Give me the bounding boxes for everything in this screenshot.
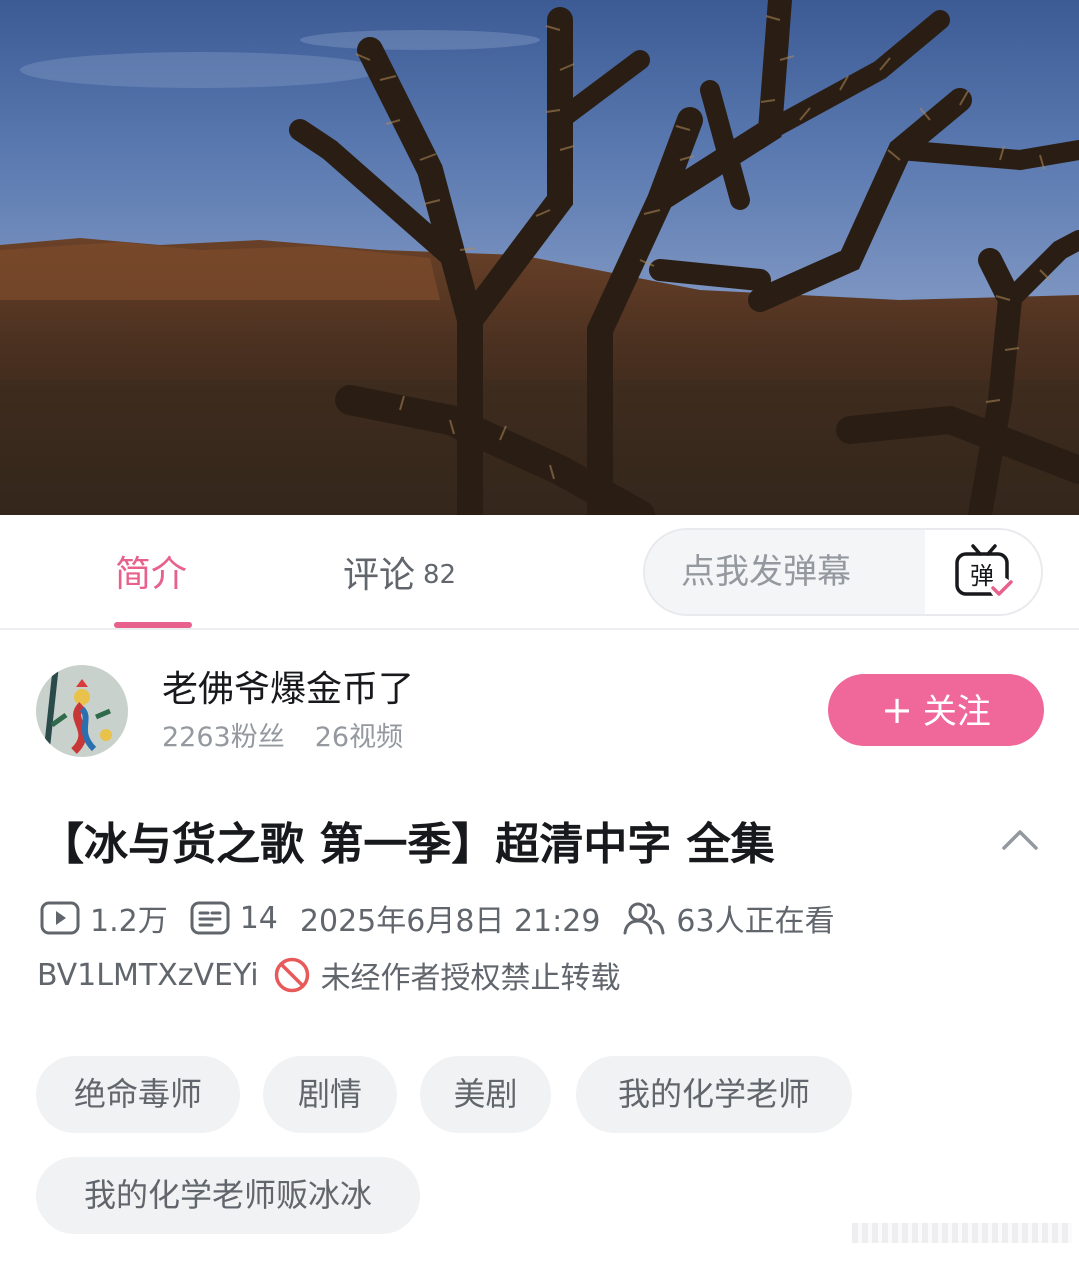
video-player[interactable] (0, 0, 1079, 515)
tab-intro[interactable]: 简介 (115, 555, 187, 595)
follow-button[interactable]: + 关注 (828, 674, 1044, 746)
play-count-icon (40, 900, 80, 936)
viewers-icon (622, 900, 666, 936)
tab-bar: 简介 评论 82 点我发弹幕 弹 (0, 515, 1079, 630)
tag-item[interactable]: 我的化学老师贩冰冰 (36, 1157, 420, 1234)
video-detail-page: 简介 评论 82 点我发弹幕 弹 老佛爷爆金币了 2263粉丝 26视频 + 关… (0, 0, 1079, 1263)
publish-date: 2025年6月8日 21:29 (299, 904, 601, 939)
follow-label: 关注 (922, 692, 991, 732)
bvid[interactable]: BV1LMTXzVEYi (37, 958, 259, 993)
watching-count: 63人正在看 (676, 904, 835, 939)
danmaku-toggle-button[interactable]: 弹 (925, 530, 1041, 614)
uploader-videos: 26视频 (314, 722, 404, 753)
video-title: 【冰与货之歌 第一季】超清中字 全集 (40, 819, 775, 870)
collapse-toggle-button[interactable] (998, 822, 1042, 856)
chevron-up-icon (1002, 830, 1038, 850)
video-stats-row: 1.2万 14 2025年6月8日 21:29 63人正在看 (40, 896, 835, 940)
uploader-avatar[interactable] (36, 665, 128, 757)
uploader-fans: 2263粉丝 (162, 722, 285, 753)
tag-item[interactable]: 剧情 (263, 1056, 397, 1133)
video-id-row: BV1LMTXzVEYi 未经作者授权禁止转载 (37, 953, 621, 997)
active-tab-indicator (114, 622, 192, 628)
tag-item[interactable]: 美剧 (420, 1056, 551, 1133)
tag-item[interactable]: 绝命毒师 (36, 1056, 240, 1133)
danmaku-count: 14 (239, 900, 278, 936)
watermark-strip (852, 1223, 1072, 1243)
danmaku-icon: 弹 (955, 544, 1013, 599)
plus-icon: + (881, 688, 913, 732)
no-repost-icon (273, 956, 311, 994)
danmaku-count-icon (190, 900, 230, 936)
tab-comments[interactable]: 评论 82 (343, 555, 456, 596)
comments-count: 82 (423, 560, 457, 590)
desert-cactus-image (0, 0, 1079, 515)
avatar-image (36, 665, 128, 757)
tag-item[interactable]: 我的化学老师 (576, 1056, 852, 1133)
uploader-name[interactable]: 老佛爷爆金币了 (162, 668, 414, 712)
play-count: 1.2万 (90, 904, 168, 939)
danmaku-input[interactable]: 点我发弹幕 (645, 530, 925, 614)
tab-comments-label: 评论 (343, 555, 416, 596)
uploader-stats: 2263粉丝 26视频 (162, 720, 403, 756)
danmaku-send-bar: 点我发弹幕 弹 (643, 528, 1043, 616)
tab-intro-label: 简介 (115, 554, 188, 595)
copyright-notice: 未经作者授权禁止转载 (320, 961, 621, 996)
